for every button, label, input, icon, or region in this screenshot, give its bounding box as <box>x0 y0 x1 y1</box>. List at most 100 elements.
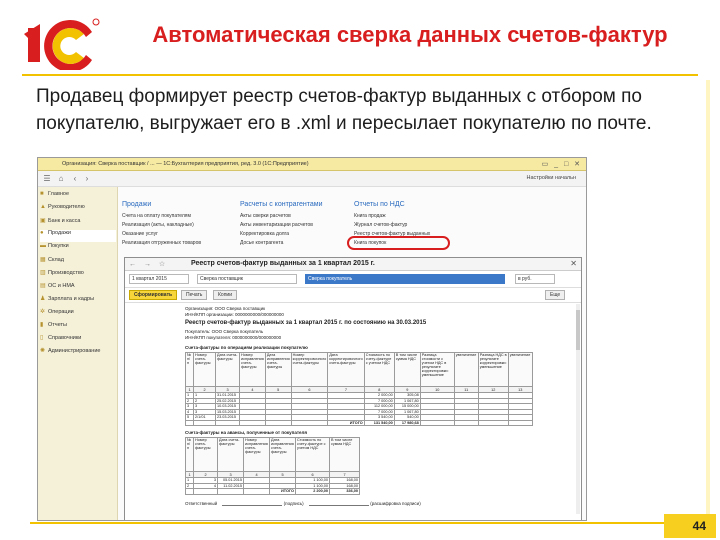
section-link[interactable]: Журнал счетов-фактур <box>354 222 430 231</box>
column-header: Дата корректировочного счета-фактуры <box>327 352 365 387</box>
sidebar-item-bank[interactable]: ▣ Банк и касса <box>40 217 116 229</box>
table-cell: 31.01.2015 <box>215 392 240 399</box>
sales-section-title: Счета-фактуры по операциям реализации по… <box>185 345 308 350</box>
counterparty-field[interactable]: Сверка покупатель <box>305 274 505 284</box>
column-header: Номер исправления счета-фактуры <box>243 437 270 472</box>
settings-link[interactable]: Настройки начальн <box>526 175 576 181</box>
section-link[interactable]: Оказание услуг <box>122 231 201 240</box>
section-link[interactable]: Счета на оплату покупателям <box>122 213 201 222</box>
back-icon[interactable]: ‹ <box>70 174 80 184</box>
advance-invoices-table: № п/п Номер счета-фактуры Дата счета-факту… <box>185 437 360 495</box>
cart-icon: ● <box>40 230 44 236</box>
close-icon[interactable]: ✕ <box>570 259 577 268</box>
copies-button[interactable]: Копии <box>213 290 237 300</box>
responsible-label: Ответственный <box>185 500 218 506</box>
table-total-row: ИТОГО 2 200,00 336,00 <box>185 488 360 495</box>
table-header-row: № п/п Номер счета-фактуры Дата счета-факту… <box>185 437 360 472</box>
org-inn-line: ИНН/КПП организации: 0000000000/00000000… <box>185 312 284 317</box>
currency-field[interactable]: в руб. <box>515 274 555 284</box>
sidebar-item-sales[interactable]: ● Продажи <box>40 230 116 242</box>
chart-icon: ▲ <box>40 204 46 210</box>
column-header: увеличение <box>507 352 533 387</box>
table-cell: 10.03.2015 <box>215 403 240 410</box>
nav-arrows-icon[interactable]: ← → ☆ <box>129 260 168 268</box>
advance-section-title: Счета-фактуры на авансы, полученные от п… <box>185 430 308 435</box>
settings-icon: ✺ <box>40 348 46 354</box>
buyer-inn-line: ИНН/КПП покупателя: 0000000000/000000000 <box>185 335 282 340</box>
main-toolbar: ☰ ⌂ ‹ › Настройки начальн <box>38 171 586 187</box>
table-total-row: ИТОГО 131 540,00 17 980,68 <box>185 419 533 426</box>
section-link[interactable]: Реализация отгруженных товаров <box>122 240 201 249</box>
section-link[interactable]: Корректировка долга <box>240 231 322 240</box>
section-link[interactable]: Акты инвентаризации расчетов <box>240 222 322 231</box>
table-cell: 25.02.2015 <box>215 397 240 404</box>
sidebar-item-operations[interactable]: ✲ Операции <box>40 308 116 320</box>
gear-icon: ✲ <box>40 309 46 315</box>
sidebar-item-catalogs[interactable]: ▯ Справочники <box>40 334 116 346</box>
report-actions: Сформировать Печать Копии Еще <box>125 288 581 303</box>
sidebar-item-manager[interactable]: ▲ Руководителю <box>40 204 116 216</box>
sidebar: ■ Главное ▲ Руководителю ▣ Банк и касса ● Пр… <box>38 187 118 520</box>
window-controls[interactable]: ▭ _ □ ✕ <box>542 160 582 168</box>
more-button[interactable]: Еще <box>545 290 566 300</box>
column-header: Номер счета-фактуры <box>193 437 218 472</box>
column-header: Дата исправления счета-фактуры <box>269 437 296 472</box>
signature-row: Ответственный (подпись) (расшифровка под… <box>185 501 581 509</box>
forward-icon[interactable]: › <box>82 174 92 184</box>
section-link[interactable]: Досье контрагента <box>240 240 322 249</box>
sidebar-item-reports[interactable]: ▮ Отчеты <box>40 321 116 333</box>
period-field[interactable]: 1 квартал 2015 <box>129 274 189 284</box>
sidebar-item-production[interactable]: ▥ Производство <box>40 269 116 281</box>
organization-field[interactable]: Сверка поставщик <box>197 274 297 284</box>
section-heading: Отчеты по НДС <box>354 201 405 208</box>
total-cell <box>477 419 509 426</box>
sidebar-item-main[interactable]: ■ Главное <box>40 191 116 203</box>
total-cell <box>507 419 533 426</box>
report-titlebar: ← → ☆ Реестр счетов-фактур выданных за 1… <box>125 258 581 271</box>
table-header-row: № п/п Номер счета-фактуры Дата счета-факту… <box>185 352 533 387</box>
window-titlebar: Организация: Сверка поставщик / ... — 1С… <box>38 158 586 171</box>
generate-button[interactable]: Сформировать <box>129 290 178 300</box>
section-settlements: Расчеты с контрагентами Акты сверки расч… <box>240 201 322 249</box>
vertical-scrollbar[interactable] <box>576 304 580 514</box>
total-cell <box>453 419 479 426</box>
menu-icon[interactable]: ☰ <box>42 174 52 184</box>
total-cell: ИТОГО <box>327 419 365 426</box>
total-cell <box>239 419 266 426</box>
column-header: Дата счета-фактуры <box>215 352 240 387</box>
column-header: Номер счета-фактуры <box>193 352 216 387</box>
page-number: 44 <box>664 514 716 538</box>
column-header: В том числе сумма НДС <box>329 437 360 472</box>
scrollbar-thumb[interactable] <box>576 310 580 350</box>
sales-invoices-table: № п/п Номер счета-фактуры Дата счета-факту… <box>185 352 533 426</box>
column-header: Номер исправления счета-фактуры <box>239 352 266 387</box>
total-cell <box>217 488 244 495</box>
sidebar-item-fixed-assets[interactable]: ▤ ОС и НМА <box>40 282 116 294</box>
sidebar-item-purchases[interactable]: ▬ Покупки <box>40 243 116 255</box>
total-cell <box>193 488 218 495</box>
total-cell: 17 980,68 <box>393 419 421 426</box>
box-icon: ▦ <box>40 257 46 263</box>
title-divider <box>22 70 698 76</box>
section-link[interactable]: Реализация (акты, накладные) <box>122 222 201 231</box>
home-icon[interactable]: ⌂ <box>56 174 66 184</box>
total-cell: 2 200,00 <box>295 488 330 495</box>
report-body: Организация: ООО Сверка поставщик ИНН/КП… <box>125 303 581 509</box>
section-link[interactable]: Акты сверки расчетов <box>240 213 322 222</box>
table-cell: 23.03.2015 <box>215 414 240 421</box>
highlight-oval <box>347 236 450 250</box>
section-link[interactable]: Книга продаж <box>354 213 430 222</box>
sidebar-item-warehouse[interactable]: ▦ Склад <box>40 256 116 268</box>
total-cell: 131 540,00 <box>363 419 395 426</box>
print-button[interactable]: Печать <box>181 290 208 300</box>
building-icon: ▤ <box>40 283 46 289</box>
column-header: № п/п <box>185 437 194 472</box>
column-header: Разница НДС в результате корректировки: … <box>477 352 509 387</box>
sidebar-item-admin[interactable]: ✺ Администрирование <box>40 347 116 359</box>
column-header: Стоимость по счету-фактуре с учетом НДС <box>295 437 330 472</box>
decorative-stripe <box>706 80 710 520</box>
sidebar-item-salary[interactable]: ♟ Зарплата и кадры <box>40 295 116 307</box>
app-window: Организация: Сверка поставщик / ... — 1С… <box>37 157 587 521</box>
report-title: Реестр счетов-фактур выданных за 1 кварт… <box>185 320 427 326</box>
total-cell <box>243 488 270 495</box>
